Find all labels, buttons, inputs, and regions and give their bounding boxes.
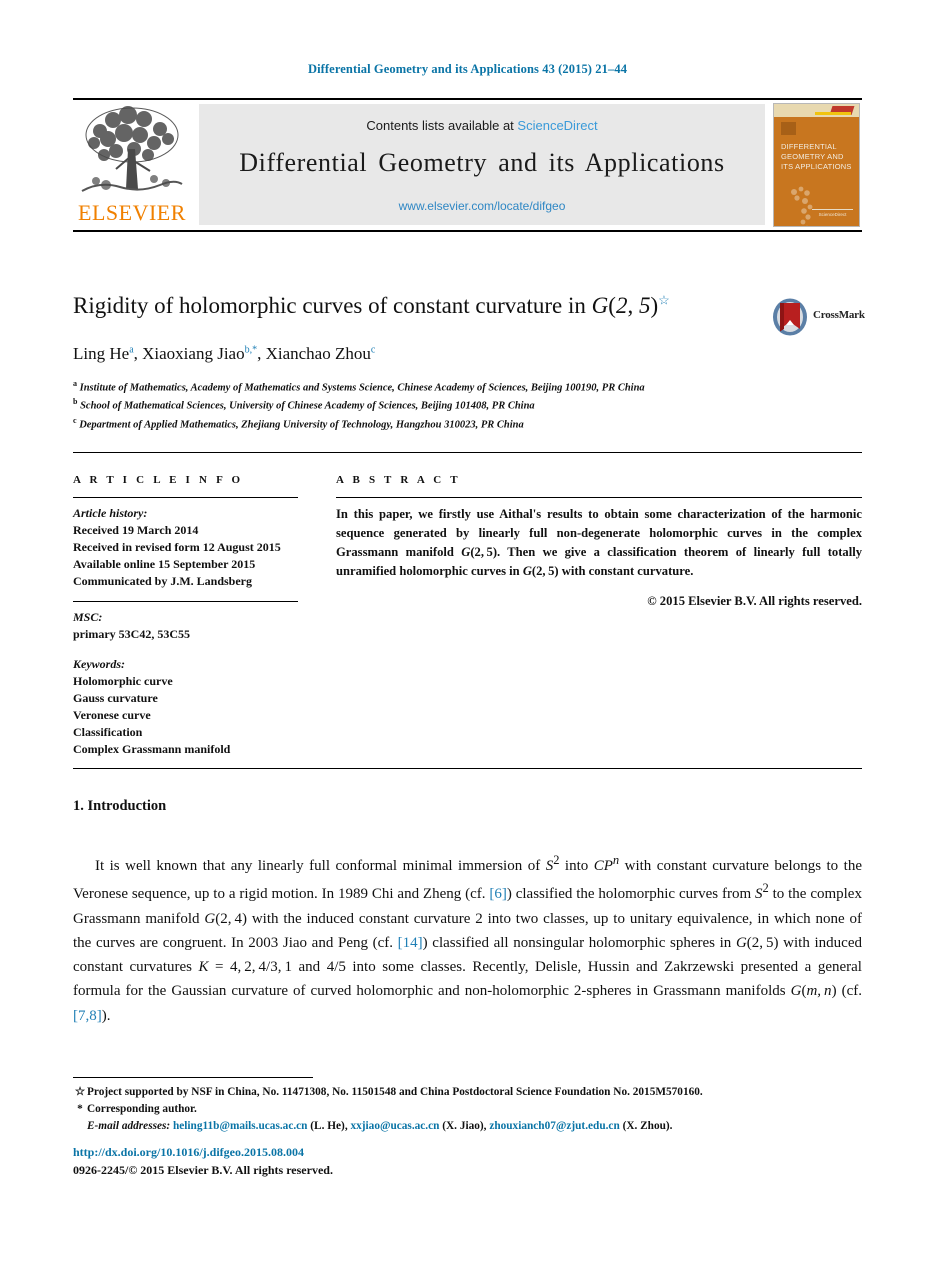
journal-name: Differential Geometry and its Applicatio… — [239, 148, 725, 177]
cover-yellow-stripe — [815, 112, 851, 115]
footnote-corresponding-text: Corresponding author. — [87, 1103, 197, 1116]
affiliation-b-mark: b — [73, 397, 78, 407]
sciencedirect-link[interactable]: ScienceDirect — [517, 118, 597, 133]
email-owner-3: (X. Zhou) — [622, 1120, 670, 1133]
cover-artwork-icon — [791, 186, 813, 226]
email-owner-2: (X. Jiao) — [442, 1120, 484, 1133]
keyword-item: Classification — [73, 725, 143, 740]
divider-above-info — [73, 452, 862, 453]
footnote-corresponding: * Corresponding author. — [73, 1101, 862, 1118]
section-heading-introduction: 1. Introduction — [73, 798, 167, 814]
keyword-item: Veronese curve — [73, 708, 151, 723]
keyword-item: Holomorphic curve — [73, 674, 173, 689]
title-math-G: G — [591, 293, 609, 318]
msc-block: MSC: primary 53C42, 53C55 — [73, 609, 298, 643]
crossmark-label: CrossMark — [813, 309, 865, 321]
paper-title-text: Rigidity of holomorphic curves of consta… — [73, 293, 659, 318]
author-2-affil-mark[interactable]: b,* — [245, 344, 258, 355]
author-1: Ling Hea — [73, 344, 134, 363]
article-info-column: A R T I C L E I N F O Article history: R… — [73, 474, 298, 758]
cover-footer-text: ScienceDirect — [812, 209, 853, 217]
title-block: Rigidity of holomorphic curves of consta… — [73, 292, 763, 321]
cover-journal-title: DIFFERENTIAL GEOMETRY AND ITS APPLICATIO… — [781, 142, 852, 172]
crossmark-badge[interactable]: CrossMark — [772, 298, 865, 336]
journal-cover-thumbnail[interactable]: DIFFERENTIAL GEOMETRY AND ITS APPLICATIO… — [773, 103, 860, 227]
cover-elsevier-mark-icon — [781, 122, 796, 135]
footnote-asterisk-mark: * — [77, 1103, 83, 1116]
msc-value: primary 53C42, 53C55 — [73, 627, 190, 642]
abstract-column: A B S T R A C T In this paper, we firstl… — [336, 474, 862, 609]
affiliation-a: a Institute of Mathematics, Academy of M… — [73, 378, 773, 396]
history-item-communicated: Communicated by J.M. Landsberg — [73, 574, 253, 589]
author-3-affil-mark[interactable]: c — [371, 344, 375, 355]
article-info-rule — [73, 497, 298, 498]
keywords-block: Keywords: Holomorphic curve Gauss curvat… — [73, 656, 298, 758]
contents-available-line: Contents lists available at ScienceDirec… — [199, 118, 765, 133]
affiliation-list: a Institute of Mathematics, Academy of M… — [73, 378, 773, 433]
author-3: Xianchao Zhouc — [265, 344, 376, 363]
affiliation-a-text: Institute of Mathematics, Academy of Mat… — [79, 382, 645, 394]
footer-block: http://dx.doi.org/10.1016/j.difgeo.2015.… — [73, 1143, 333, 1179]
crossmark-icon — [773, 298, 807, 336]
article-history-block: Article history: Received 19 March 2014 … — [73, 505, 298, 590]
introduction-paragraph: It is well known that any linearly full … — [73, 853, 862, 1024]
contents-prefix: Contents lists available at — [366, 118, 514, 133]
email-link-2[interactable]: xxjiao@ucas.ac.cn — [350, 1120, 439, 1132]
history-item-online: Available online 15 September 2015 — [73, 557, 256, 572]
citation-link[interactable]: [14] — [398, 935, 423, 951]
article-info-heading: A R T I C L E I N F O — [73, 474, 244, 486]
journal-band: Contents lists available at ScienceDirec… — [199, 104, 765, 225]
footnote-funding-text: Project supported by NSF in China, No. 1… — [87, 1086, 703, 1098]
footnote-block: ☆ Project supported by NSF in China, No. … — [73, 1084, 862, 1135]
elsevier-tree-icon — [81, 106, 183, 192]
citation-link[interactable]: [6] — [489, 886, 507, 902]
paper-page: Differential Geometry and its Applicatio… — [0, 0, 935, 1266]
journal-masthead: ELSEVIER Contents lists available at Sci… — [73, 98, 862, 232]
author-list: Ling Hea, Xiaoxiang Jiaob,*, Xianchao Zh… — [73, 344, 376, 363]
issn-copyright-line: 0926-2245/© 2015 Elsevier B.V. All right… — [73, 1163, 333, 1177]
keywords-label: Keywords: — [73, 657, 125, 672]
running-head: Differential Geometry and its Applicatio… — [307, 62, 628, 76]
elsevier-logo: ELSEVIER — [73, 100, 191, 230]
footnote-emails: E-mail addresses: heling11b@mails.ucas.a… — [87, 1120, 673, 1133]
doi-link[interactable]: http://dx.doi.org/10.1016/j.difgeo.2015.… — [73, 1143, 333, 1161]
keyword-item: Complex Grassmann manifold — [73, 742, 231, 757]
msc-rule — [73, 601, 298, 603]
abstract-rule — [336, 497, 862, 498]
article-history-label: Article history: — [73, 506, 148, 520]
history-item-revised: Received in revised form 12 August 2015 — [73, 540, 281, 555]
footnote-star-mark: ☆ — [74, 1086, 86, 1098]
author-1-affil-mark[interactable]: a — [129, 344, 133, 355]
divider-below-abstract — [73, 768, 862, 769]
affiliation-a-mark: a — [73, 379, 77, 388]
citation-link[interactable]: [7,8] — [73, 1008, 102, 1024]
abstract-text: In this paper, we firstly use Aithal's r… — [336, 507, 862, 578]
history-item-received: Received 19 March 2014 — [73, 523, 199, 538]
affiliation-c-text: Department of Applied Mathematics, Zheji… — [79, 419, 524, 431]
elsevier-wordmark: ELSEVIER — [78, 200, 186, 225]
email-link-1[interactable]: heling11b@mails.ucas.ac.cn — [173, 1120, 307, 1132]
title-footnote-star[interactable]: ☆ — [658, 292, 670, 307]
footnote-divider — [73, 1077, 313, 1078]
affiliation-c-mark: c — [73, 415, 77, 425]
affiliation-c: c Department of Applied Mathematics, Zhe… — [73, 415, 773, 433]
journal-url-link[interactable]: www.elsevier.com/locate/difgeo — [199, 199, 765, 213]
email-owner-1: (L. He) — [310, 1120, 345, 1133]
email-link-3[interactable]: zhouxianch07@zjut.edu.cn — [489, 1120, 619, 1132]
affiliation-b-text: School of Mathematical Sciences, Univers… — [80, 400, 535, 412]
abstract-heading: A B S T R A C T — [336, 474, 461, 486]
keyword-item: Gauss curvature — [73, 691, 158, 706]
email-addresses-label: E-mail addresses: — [87, 1120, 171, 1133]
page-title: Rigidity of holomorphic curves of consta… — [73, 292, 763, 321]
abstract-copyright: © 2015 Elsevier B.V. All rights reserved… — [647, 593, 862, 608]
affiliation-b: b School of Mathematical Sciences, Unive… — [73, 396, 773, 414]
msc-label: MSC: — [73, 610, 103, 625]
footnote-funding: ☆ Project supported by NSF in China, No. … — [73, 1084, 862, 1101]
author-2: Xiaoxiang Jiaob,* — [142, 344, 258, 363]
